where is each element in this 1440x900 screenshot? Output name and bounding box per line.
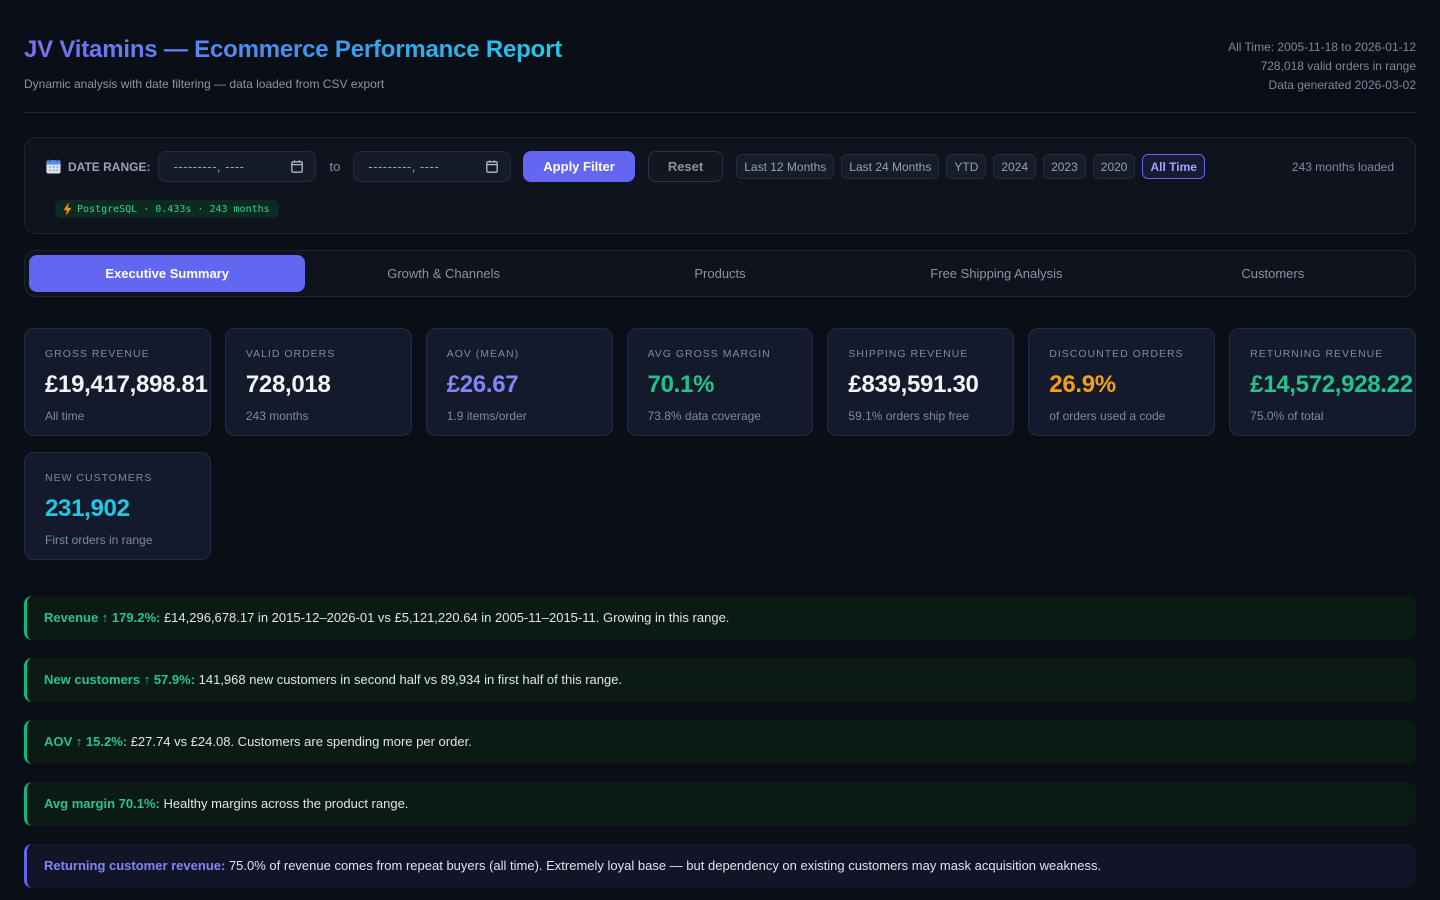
tab-customers[interactable]: Customers — [1135, 255, 1411, 292]
kpi-label: RETURNING REVENUE — [1250, 348, 1395, 360]
insight-text: £14,296,678.17 in 2015-12–2026-01 vs £5,… — [160, 610, 729, 625]
end-date-input[interactable]: ---------, ---- — [353, 151, 511, 182]
insight-text: 141,968 new customers in second half vs … — [195, 672, 622, 687]
kpi-label: SHIPPING REVENUE — [848, 348, 993, 360]
to-label: to — [329, 159, 340, 174]
kpi-card-shipping-revenue: SHIPPING REVENUE £839,591.30 59.1% orders … — [827, 328, 1014, 436]
lightning-bolt-icon — [63, 203, 72, 215]
insight-row: Avg margin 70.1%: Healthy margins across… — [24, 782, 1416, 826]
header-meta: All Time: 2005-11-18 to 2026-01-12 728,0… — [1228, 36, 1416, 95]
kpi-value: 70.1% — [648, 373, 793, 397]
calendar-emoji-icon — [46, 159, 61, 174]
insight-row: Returning customer revenue: 75.0% of rev… — [24, 844, 1416, 888]
kpi-value: 728,018 — [246, 373, 391, 397]
kpi-sublabel: First orders in range — [45, 533, 190, 547]
kpi-card-avg-gross-margin: AVG GROSS MARGIN 70.1% 73.8% data coverage — [627, 328, 814, 436]
quick-range-last-24-months[interactable]: Last 24 Months — [841, 154, 939, 179]
meta-orders: 728,018 valid orders in range — [1228, 57, 1416, 76]
page-title: JV Vitamins — Ecommerce Performance Repo… — [24, 36, 562, 65]
kpi-label: NEW CUSTOMERS — [45, 472, 190, 484]
tab-free-shipping-analysis[interactable]: Free Shipping Analysis — [858, 255, 1134, 292]
kpi-sublabel: 73.8% data coverage — [648, 409, 793, 423]
db-status-badge: PostgreSQL · 0.433s · 243 months — [55, 200, 279, 218]
kpi-value: £26.67 — [447, 373, 592, 397]
insight-text: Healthy margins across the product range… — [160, 796, 409, 811]
insight-label: AOV ↑ 15.2%: — [44, 734, 127, 749]
filter-panel: DATE RANGE: ---------, ---- to ---------… — [24, 137, 1416, 234]
insight-row: New customers ↑ 57.9%: 141,968 new custo… — [24, 658, 1416, 702]
quick-range-2023[interactable]: 2023 — [1043, 154, 1086, 179]
quick-range-2024[interactable]: 2024 — [993, 154, 1036, 179]
kpi-card-valid-orders: VALID ORDERS 728,018 243 months — [225, 328, 412, 436]
filter-row: DATE RANGE: ---------, ---- to ---------… — [46, 151, 1394, 182]
insight-row: Revenue ↑ 179.2%: £14,296,678.17 in 2015… — [24, 596, 1416, 640]
kpi-label: GROSS REVENUE — [45, 348, 190, 360]
kpi-card-returning-revenue: RETURNING REVENUE £14,572,928.22 75.0% of … — [1229, 328, 1416, 436]
kpi-value: £19,417,898.81 — [45, 373, 190, 397]
kpi-sublabel: All time — [45, 409, 190, 423]
insight-row: AOV ↑ 15.2%: £27.74 vs £24.08. Customers… — [24, 720, 1416, 764]
kpi-card-discounted-orders: DISCOUNTED ORDERS 26.9% of orders used a c… — [1028, 328, 1215, 436]
kpi-sublabel: 1.9 items/order — [447, 409, 592, 423]
calendar-picker-icon[interactable] — [486, 160, 498, 173]
insight-text: 75.0% of revenue comes from repeat buyer… — [225, 858, 1101, 873]
kpi-sublabel: 75.0% of total — [1250, 409, 1395, 423]
quick-range-all-time[interactable]: All Time — [1142, 154, 1204, 179]
calendar-picker-icon[interactable] — [291, 160, 303, 173]
reset-button[interactable]: Reset — [648, 151, 723, 182]
kpi-card-new-customers: NEW CUSTOMERS 231,902 First orders in rang… — [24, 452, 211, 560]
apply-filter-button[interactable]: Apply Filter — [523, 151, 635, 182]
tab-growth-channels[interactable]: Growth & Channels — [305, 255, 581, 292]
insight-text: £27.74 vs £24.08. Customers are spending… — [127, 734, 472, 749]
quick-range-chips: Last 12 Months Last 24 Months YTD 2024 2023 2… — [736, 154, 1205, 179]
kpi-value: £839,591.30 — [848, 373, 993, 397]
kpi-grid: GROSS REVENUE £19,417,898.81 All time VALID… — [24, 328, 1416, 560]
quick-range-last-12-months[interactable]: Last 12 Months — [736, 154, 834, 179]
months-loaded-label: 243 months loaded — [1292, 160, 1394, 174]
insight-label: New customers ↑ 57.9%: — [44, 672, 195, 687]
kpi-sublabel: 243 months — [246, 409, 391, 423]
insight-label: Avg margin 70.1%: — [44, 796, 160, 811]
quick-range-ytd[interactable]: YTD — [946, 154, 986, 179]
header-left: JV Vitamins — Ecommerce Performance Repo… — [24, 36, 562, 91]
kpi-value: £14,572,928.22 — [1250, 373, 1395, 397]
tab-products[interactable]: Products — [582, 255, 858, 292]
page-header: JV Vitamins — Ecommerce Performance Repo… — [24, 0, 1416, 113]
page-subtitle: Dynamic analysis with date filtering — d… — [24, 77, 562, 91]
date-range-label: DATE RANGE: — [68, 160, 150, 174]
kpi-card-gross-revenue: GROSS REVENUE £19,417,898.81 All time — [24, 328, 211, 436]
tab-executive-summary[interactable]: Executive Summary — [29, 255, 305, 292]
meta-range: All Time: 2005-11-18 to 2026-01-12 — [1228, 38, 1416, 57]
insight-label: Revenue ↑ 179.2%: — [44, 610, 160, 625]
kpi-label: VALID ORDERS — [246, 348, 391, 360]
insights: Revenue ↑ 179.2%: £14,296,678.17 in 2015… — [24, 596, 1416, 888]
badge-row: PostgreSQL · 0.433s · 243 months — [46, 200, 1394, 220]
db-badge-text: PostgreSQL · 0.433s · 243 months — [77, 204, 270, 215]
kpi-card-aov-mean-: AOV (MEAN) £26.67 1.9 items/order — [426, 328, 613, 436]
kpi-value: 26.9% — [1049, 373, 1194, 397]
kpi-label: AOV (MEAN) — [447, 348, 592, 360]
kpi-label: AVG GROSS MARGIN — [648, 348, 793, 360]
kpi-label: DISCOUNTED ORDERS — [1049, 348, 1194, 360]
quick-range-2020[interactable]: 2020 — [1093, 154, 1136, 179]
insight-label: Returning customer revenue: — [44, 858, 225, 873]
kpi-sublabel: of orders used a code — [1049, 409, 1194, 423]
start-date-input[interactable]: ---------, ---- — [158, 151, 316, 182]
meta-generated: Data generated 2026-03-02 — [1228, 76, 1416, 95]
kpi-sublabel: 59.1% orders ship free — [848, 409, 993, 423]
kpi-value: 231,902 — [45, 497, 190, 521]
tab-bar: Executive SummaryGrowth & ChannelsProduc… — [24, 250, 1416, 297]
